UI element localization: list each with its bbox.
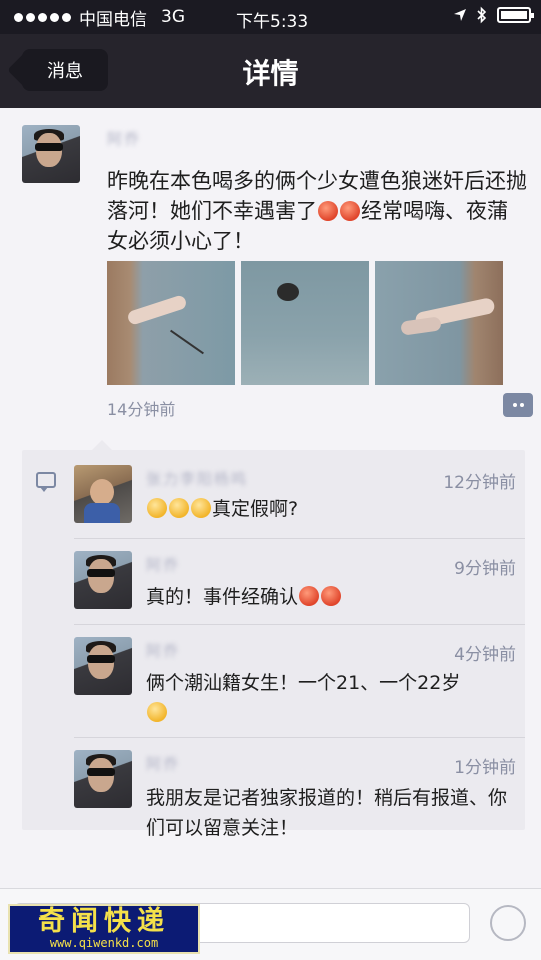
post-author-avatar[interactable]: [22, 125, 80, 183]
network-type: 3G: [161, 7, 185, 27]
status-bar: 中国电信 3G 下午5:33: [0, 0, 541, 34]
comment-text: 我朋友是记者独家报道的！稍后有报道、你们可以留意关注！: [146, 787, 508, 839]
sad-face-icon: [191, 498, 211, 518]
comment-timestamp: 1分钟前: [454, 758, 516, 778]
sad-face-icon: [147, 702, 167, 722]
commenter-avatar[interactable]: [74, 551, 132, 609]
site-watermark-logo: 奇闻快递 www.qiwenkd.com: [8, 904, 200, 954]
watermark-url: www.qiwenkd.com: [49, 936, 159, 950]
comment-text-body: 真定假啊?: [212, 498, 299, 520]
comment-icon: [36, 472, 56, 492]
comment-text: 真的！事件经确认: [146, 582, 342, 612]
back-button-label: 消息: [47, 61, 83, 82]
battery-icon: [497, 7, 534, 23]
watermark-title: 奇闻快递: [38, 906, 170, 937]
commenter-name[interactable]: 张力李阳杨鸣: [146, 468, 248, 489]
post-text: 昨晚在本色喝多的俩个少女遭色狼迷奸后还抛落河！她们不幸遇害了 经常喝嗨、夜蒲女必须…: [107, 166, 527, 256]
angry-face-icon: [321, 586, 342, 606]
commenter-name[interactable]: 阿乔: [146, 640, 180, 661]
angry-face-icon: [299, 586, 320, 606]
status-icons: [453, 6, 534, 24]
comment-text: 俩个潮汕籍女生！一个21、一个22岁: [146, 668, 518, 728]
angry-face-icon: [318, 201, 338, 221]
bluetooth-icon: [477, 6, 487, 24]
navigation-bar: 消息 详情: [0, 34, 541, 108]
signal-strength-icon: [14, 12, 71, 22]
sad-face-icon: [169, 498, 189, 518]
comment-text-body: 真的！事件经确认: [146, 586, 299, 608]
carrier-label: 中国电信: [79, 9, 147, 30]
post-timestamp: 14分钟前: [107, 400, 176, 419]
post-author-name[interactable]: 阿乔: [107, 128, 141, 149]
divider: [74, 624, 525, 625]
post-photo-1[interactable]: [107, 261, 235, 385]
location-arrow-icon: [454, 9, 466, 21]
commenter-name[interactable]: 阿乔: [146, 554, 180, 575]
commenter-avatar[interactable]: [74, 465, 132, 523]
sad-face-icon: [147, 498, 167, 518]
comment-timestamp: 9分钟前: [454, 559, 516, 579]
commenter-name[interactable]: 阿乔: [146, 753, 180, 774]
divider: [74, 538, 525, 539]
comment-text-body: 俩个潮汕籍女生！一个21、一个22岁: [146, 672, 461, 694]
clock: 下午5:33: [236, 12, 309, 32]
emoji-picker-icon[interactable]: [490, 905, 526, 941]
commenter-avatar[interactable]: [74, 750, 132, 808]
angry-face-icon: [340, 201, 360, 221]
post-photo-3[interactable]: [375, 261, 503, 385]
comment-timestamp: 12分钟前: [443, 473, 516, 493]
comment-text: 真定假啊?: [146, 494, 298, 524]
commenter-avatar[interactable]: [74, 637, 132, 695]
comment-timestamp: 4分钟前: [454, 645, 516, 665]
post-photo-2[interactable]: [241, 261, 369, 385]
comment-action-button[interactable]: [503, 393, 533, 417]
divider: [74, 737, 525, 738]
